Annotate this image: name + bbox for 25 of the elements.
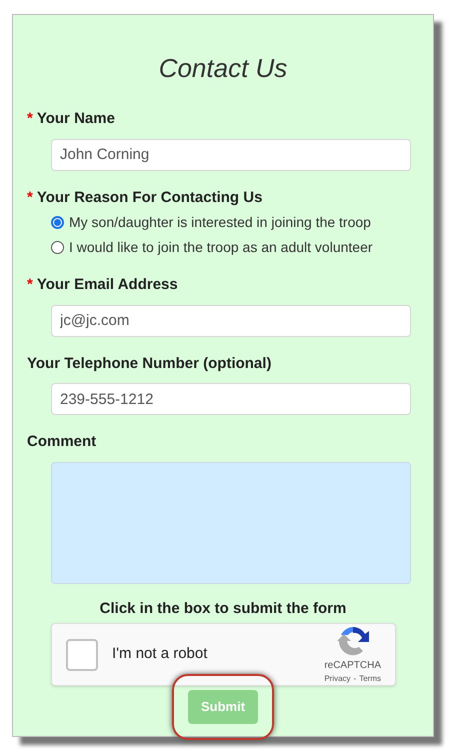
field-label: Your Name	[36, 109, 115, 129]
radio-button[interactable]	[51, 241, 64, 254]
input-field[interactable]: jc@jc.com	[51, 304, 411, 336]
radio-label: My son/daughter is interested in joining the troop	[69, 213, 371, 232]
privacy-link[interactable]: Privacy	[324, 673, 351, 685]
radio-button[interactable]	[51, 216, 64, 229]
captcha-checkbox[interactable]	[66, 638, 98, 670]
radio-label: I would like to join the troop as an adult volunteer	[69, 238, 373, 257]
recaptcha-brand: reCAPTCHA	[324, 659, 381, 673]
comment-field[interactable]	[51, 462, 411, 584]
input-field[interactable]: John Corning	[51, 138, 411, 170]
required-asterisk: *	[27, 109, 33, 129]
required-asterisk: *	[27, 188, 33, 208]
captcha-label: I'm not a robot	[112, 644, 208, 664]
field-label: Comment	[27, 432, 96, 452]
field-label: Your Email Address	[36, 275, 178, 295]
recaptcha-logo-icon	[336, 624, 370, 658]
form-title: Contact Us	[158, 52, 288, 85]
field-label: Your Telephone Number (optional)	[27, 354, 272, 374]
captcha-prompt: Click in the box to submit the form	[98, 598, 348, 618]
field-label: Your Reason For Contacting Us	[36, 188, 262, 208]
input-field[interactable]: 239-555-1212	[51, 383, 411, 415]
terms-link[interactable]: Terms	[359, 673, 381, 685]
link-separator: -	[354, 673, 356, 685]
required-asterisk: *	[27, 275, 33, 295]
